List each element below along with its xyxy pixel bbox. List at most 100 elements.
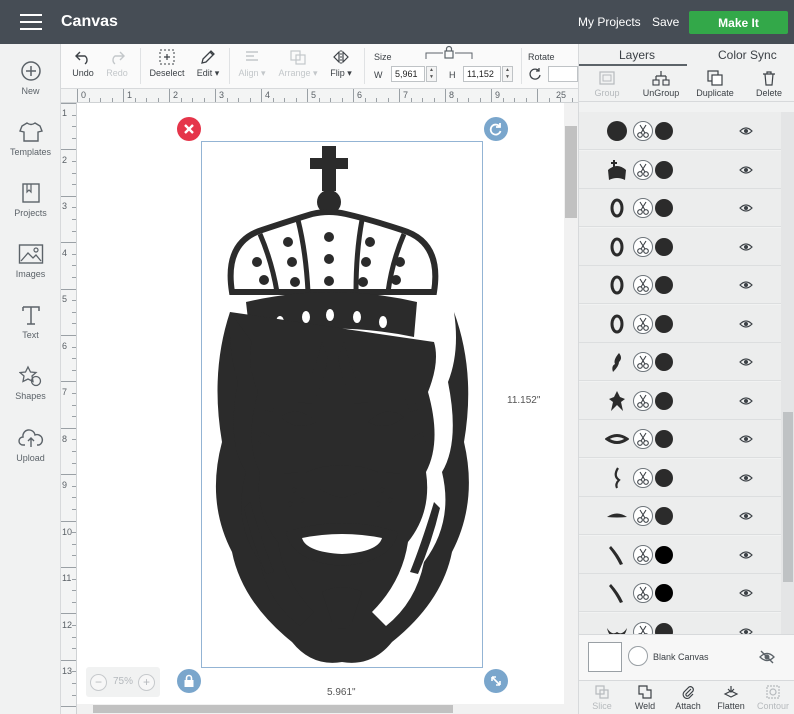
tab-color-sync[interactable]: Color Sync — [718, 48, 777, 62]
eye-icon[interactable] — [739, 318, 753, 330]
eye-icon[interactable] — [739, 125, 753, 137]
eye-icon[interactable] — [739, 587, 753, 599]
sidebar-item-images[interactable]: Images — [0, 243, 61, 279]
sidebar-item-upload[interactable]: Upload — [0, 427, 61, 463]
align-dropdown[interactable]: Align ▾ — [236, 49, 268, 79]
layer-color-swatch[interactable] — [655, 199, 673, 217]
eye-icon[interactable] — [739, 510, 753, 522]
layer-row[interactable] — [579, 227, 781, 266]
cut-operation-icon[interactable] — [633, 198, 653, 218]
eye-icon[interactable] — [739, 279, 753, 291]
layer-color-swatch[interactable] — [655, 237, 673, 256]
layer-color-swatch[interactable] — [655, 122, 673, 140]
undo-button[interactable]: Undo — [69, 49, 97, 78]
attach-button[interactable]: Attach — [667, 684, 709, 711]
layer-color-swatch[interactable] — [655, 276, 673, 294]
group-button[interactable]: Group — [582, 70, 632, 98]
cut-operation-icon[interactable] — [633, 236, 653, 257]
ungroup-button[interactable]: UnGroup — [636, 70, 686, 98]
eye-icon[interactable] — [739, 356, 753, 368]
eye-icon[interactable] — [739, 395, 753, 407]
blank-canvas-row[interactable]: Blank Canvas — [579, 634, 794, 680]
eye-icon[interactable] — [739, 549, 753, 561]
make-it-button[interactable]: Make It — [689, 11, 788, 34]
layer-color-swatch[interactable] — [655, 507, 673, 525]
layer-row[interactable] — [579, 189, 781, 227]
layer-row[interactable] — [579, 420, 781, 458]
height-stepper[interactable]: ▲ ▼ — [502, 66, 513, 82]
design-canvas[interactable]: 11.152" 5.961" − 75% + — [77, 103, 564, 714]
redo-button[interactable]: Redo — [103, 49, 131, 78]
delete-button[interactable]: Delete — [744, 70, 794, 98]
eye-icon[interactable] — [739, 164, 753, 176]
hamburger-menu-icon[interactable] — [20, 14, 42, 30]
scrollbar-thumb[interactable] — [565, 126, 577, 218]
eye-hidden-icon[interactable] — [759, 649, 775, 665]
cut-operation-icon[interactable] — [633, 506, 653, 526]
layer-row[interactable] — [579, 304, 781, 343]
layer-color-swatch[interactable] — [655, 391, 673, 410]
cut-operation-icon[interactable] — [633, 467, 653, 488]
layer-row[interactable] — [579, 112, 781, 150]
cut-operation-icon[interactable] — [633, 352, 653, 372]
duplicate-button[interactable]: Duplicate — [690, 70, 740, 98]
canvas-color-circle[interactable] — [628, 646, 648, 666]
rotate-handle[interactable] — [484, 117, 508, 141]
eye-icon[interactable] — [739, 241, 753, 253]
sidebar-item-shapes[interactable]: Shapes — [0, 365, 61, 401]
contour-button[interactable]: Contour — [752, 684, 794, 711]
cut-operation-icon[interactable] — [633, 159, 653, 180]
layer-row[interactable] — [579, 535, 781, 574]
width-input[interactable]: 5,961 — [391, 66, 425, 82]
sidebar-item-templates[interactable]: Templates — [0, 121, 61, 157]
tab-layers[interactable]: Layers — [619, 48, 655, 62]
layers-scrollbar[interactable] — [781, 112, 794, 680]
sidebar-item-projects[interactable]: Projects — [0, 182, 61, 218]
layer-color-swatch[interactable] — [655, 430, 673, 448]
lock-icon[interactable] — [424, 45, 474, 61]
save-link[interactable]: Save — [652, 15, 679, 29]
cut-operation-icon[interactable] — [633, 275, 653, 295]
slice-button[interactable]: Slice — [581, 684, 623, 711]
scale-handle[interactable] — [484, 669, 508, 693]
flatten-button[interactable]: Flatten — [710, 684, 752, 711]
layer-color-swatch[interactable] — [655, 353, 673, 371]
layer-color-swatch[interactable] — [655, 584, 673, 602]
zoom-in-button[interactable]: + — [138, 674, 155, 691]
layer-color-swatch[interactable] — [655, 468, 673, 487]
arrange-dropdown[interactable]: Arrange ▾ — [276, 49, 320, 79]
layer-row[interactable] — [579, 343, 781, 381]
layer-row[interactable] — [579, 574, 781, 612]
cut-operation-icon[interactable] — [633, 313, 653, 334]
sidebar-item-new[interactable]: New — [0, 60, 61, 96]
cut-operation-icon[interactable] — [633, 121, 653, 141]
flip-dropdown[interactable]: Flip ▾ — [326, 49, 356, 79]
cut-operation-icon[interactable] — [633, 544, 653, 565]
canvas-vertical-scrollbar[interactable] — [564, 103, 578, 714]
layer-row[interactable] — [579, 497, 781, 535]
layer-color-swatch[interactable] — [655, 160, 673, 179]
scrollbar-thumb[interactable] — [93, 705, 453, 713]
scrollbar-thumb[interactable] — [783, 412, 793, 582]
layer-color-swatch[interactable] — [655, 545, 673, 564]
canvas-horizontal-scrollbar[interactable] — [77, 704, 564, 714]
edit-dropdown[interactable]: Edit ▾ — [192, 49, 224, 79]
eye-icon[interactable] — [739, 202, 753, 214]
eye-icon[interactable] — [739, 433, 753, 445]
rotate-input[interactable] — [548, 66, 578, 82]
deselect-button[interactable]: Deselect — [147, 49, 187, 78]
cut-operation-icon[interactable] — [633, 583, 653, 603]
layer-row[interactable] — [579, 266, 781, 304]
eye-icon[interactable] — [739, 472, 753, 484]
cut-operation-icon[interactable] — [633, 390, 653, 411]
my-projects-link[interactable]: My Projects — [578, 15, 641, 29]
selection-box[interactable] — [201, 141, 483, 668]
zoom-out-button[interactable]: − — [90, 674, 107, 691]
lock-handle[interactable] — [177, 669, 201, 693]
canvas-swatch[interactable] — [588, 642, 622, 672]
weld-button[interactable]: Weld — [624, 684, 666, 711]
sidebar-item-text[interactable]: Text — [0, 304, 61, 340]
layer-row[interactable] — [579, 381, 781, 420]
layer-row[interactable] — [579, 150, 781, 189]
layer-color-swatch[interactable] — [655, 314, 673, 333]
